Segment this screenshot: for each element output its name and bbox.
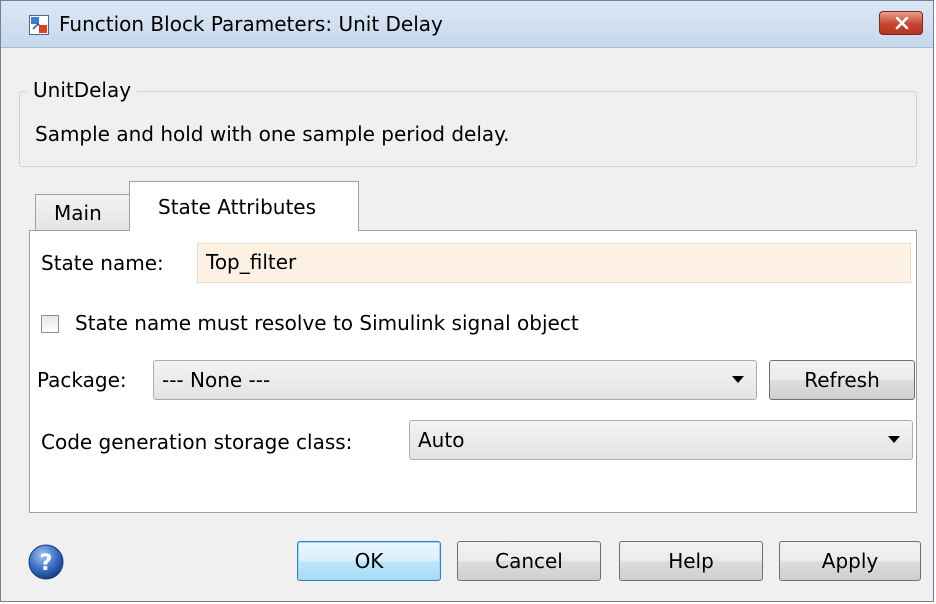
package-value: --- None --- (162, 368, 271, 392)
chevron-down-icon (732, 376, 744, 383)
cancel-button[interactable]: Cancel (457, 541, 601, 581)
resolve-signal-label[interactable]: State name must resolve to Simulink sign… (75, 310, 579, 336)
window-title: Function Block Parameters: Unit Delay (59, 12, 443, 36)
chevron-down-icon (888, 436, 900, 443)
resolve-signal-checkbox[interactable] (41, 315, 59, 333)
block-description: Sample and hold with one sample period d… (35, 122, 510, 146)
storage-class-value: Auto (418, 428, 465, 452)
close-icon (895, 17, 909, 30)
dialog-window: Function Block Parameters: Unit Delay Un… (0, 0, 934, 602)
storage-class-dropdown[interactable]: Auto (409, 420, 913, 460)
state-name-field[interactable]: Top_filter (197, 243, 911, 283)
close-button[interactable] (879, 11, 923, 35)
state-name-label: State name: (41, 251, 164, 275)
storage-class-label: Code generation storage class: (41, 430, 353, 454)
help-icon[interactable]: ? (27, 543, 65, 581)
title-bar[interactable]: Function Block Parameters: Unit Delay (1, 1, 933, 48)
package-label: Package: (37, 368, 127, 392)
refresh-button[interactable]: Refresh (769, 360, 915, 400)
svg-text:?: ? (40, 551, 53, 576)
package-dropdown[interactable]: --- None --- (153, 360, 757, 400)
tab-state-attributes[interactable]: State Attributes (129, 181, 359, 231)
ok-button[interactable]: OK (297, 541, 441, 581)
apply-button[interactable]: Apply (779, 541, 921, 581)
simulink-block-icon (29, 15, 49, 35)
group-legend: UnitDelay (27, 77, 138, 103)
tab-main[interactable]: Main (35, 194, 131, 230)
help-button[interactable]: Help (619, 541, 763, 581)
